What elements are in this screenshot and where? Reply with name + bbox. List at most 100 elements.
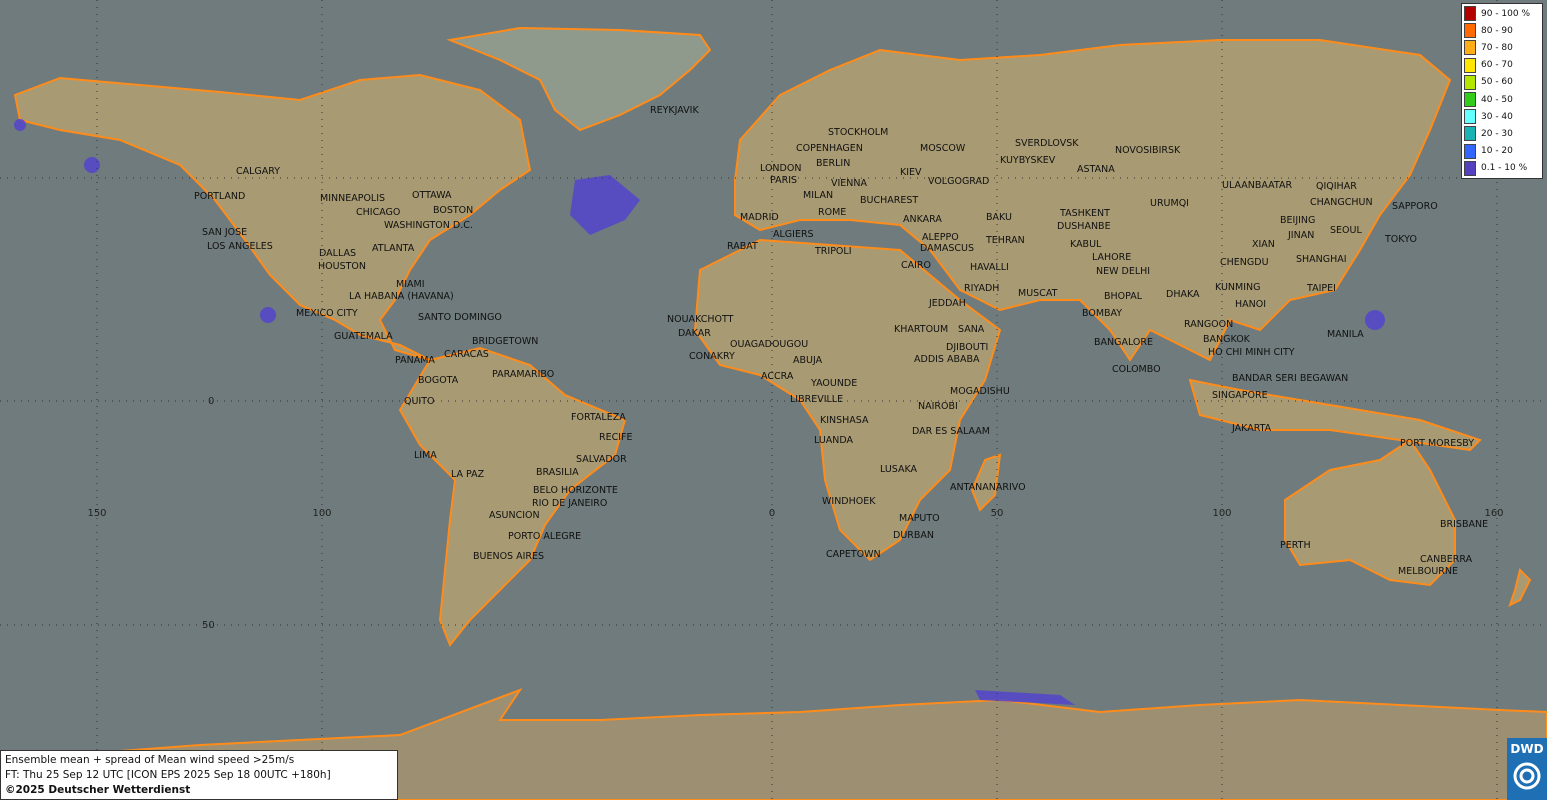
city-label: NOUAKCHOTT	[667, 314, 734, 325]
city-label: BELO HORIZONTE	[533, 485, 618, 496]
legend-swatch	[1464, 57, 1476, 73]
city-label: URUMQI	[1150, 198, 1189, 209]
city-label: PORT MORESBY	[1400, 438, 1474, 449]
city-label: ALGIERS	[773, 229, 814, 240]
city-label: TEHRAN	[985, 235, 1025, 246]
spiral-icon	[1513, 762, 1541, 790]
city-label: SANTO DOMINGO	[418, 312, 502, 323]
legend-item: 90 - 100 %	[1464, 5, 1540, 22]
city-label: KABUL	[1070, 239, 1102, 250]
legend-label: 30 - 40	[1481, 111, 1513, 122]
city-label: STOCKHOLM	[828, 127, 888, 138]
city-label: RABAT	[727, 241, 758, 252]
city-label: WINDHOEK	[822, 496, 876, 507]
city-label: CANBERRA	[1420, 554, 1473, 565]
city-label: BAKU	[986, 212, 1012, 223]
legend-item: 0.1 - 10 %	[1464, 160, 1540, 177]
city-label: DAMASCUS	[920, 243, 974, 254]
legend-item: 60 - 70	[1464, 57, 1540, 74]
city-label: MELBOURNE	[1398, 566, 1458, 577]
city-label: RIYADH	[964, 283, 999, 294]
west-pacific-wind-area	[1365, 310, 1385, 330]
city-label: PORTO ALEGRE	[508, 531, 581, 542]
city-label: PORTLAND	[194, 191, 245, 202]
city-label: JINAN	[1287, 230, 1314, 241]
legend-label: 0.1 - 10 %	[1481, 163, 1528, 174]
info-forecast-time: FT: Thu 25 Sep 12 UTC [ICON EPS 2025 Sep…	[5, 769, 331, 781]
city-label: ASTANA	[1077, 164, 1115, 175]
city-label: RANGOON	[1184, 319, 1233, 330]
city-label: KUNMING	[1215, 282, 1261, 293]
city-label: LIBREVILLE	[790, 394, 843, 405]
city-label: SANA	[958, 324, 985, 335]
legend-item: 20 - 30	[1464, 125, 1540, 142]
legend-item: 30 - 40	[1464, 108, 1540, 125]
city-label: WASHINGTON D.C.	[384, 220, 473, 231]
city-label: SAN JOSE	[202, 227, 247, 238]
city-label: TAIPEI	[1306, 283, 1336, 294]
city-label: DURBAN	[893, 530, 934, 541]
city-label: YAOUNDE	[810, 378, 857, 389]
legend-label: 90 - 100 %	[1481, 8, 1531, 19]
city-label: ATLANTA	[372, 243, 415, 254]
city-label: CARACAS	[444, 349, 489, 360]
city-label: HAVALLI	[970, 262, 1009, 273]
info-title: Ensemble mean + spread of Mean wind spee…	[5, 754, 295, 766]
city-label: BUCHAREST	[860, 195, 918, 206]
city-label: HOUSTON	[318, 261, 366, 272]
legend-item: 10 - 20	[1464, 143, 1540, 160]
city-label: COLOMBO	[1112, 364, 1161, 375]
legend-label: 10 - 20	[1481, 146, 1513, 157]
legend-swatch	[1464, 6, 1476, 22]
city-label: MINNEAPOLIS	[320, 193, 385, 204]
city-label: LAHORE	[1092, 252, 1131, 263]
legend-label: 50 - 60	[1481, 77, 1513, 88]
city-label: PERTH	[1280, 540, 1311, 551]
city-label: ANTANANARIVO	[950, 482, 1026, 493]
city-label: LUANDA	[814, 435, 854, 446]
city-label: SAPPORO	[1392, 201, 1438, 212]
city-label: PANAMA	[395, 355, 435, 366]
city-label: SVERDLOVSK	[1015, 138, 1079, 149]
dwd-logo-text: DWD	[1510, 742, 1544, 756]
city-label: BHOPAL	[1104, 291, 1143, 302]
lon-label: 100	[1212, 508, 1231, 519]
city-label: LONDON	[760, 163, 801, 174]
city-label: NAIROBI	[918, 401, 958, 412]
city-label: HO CHI MINH CITY	[1208, 347, 1295, 358]
legend-label: 60 - 70	[1481, 60, 1513, 71]
lat-label: 50	[202, 620, 215, 631]
city-label: SINGAPORE	[1212, 390, 1268, 401]
lon-label: 100	[312, 508, 331, 519]
city-label: NEW DELHI	[1096, 266, 1150, 277]
pacific-wind-area	[84, 157, 100, 173]
city-label: LUSAKA	[880, 464, 918, 475]
city-label: BRIDGETOWN	[472, 336, 538, 347]
city-label: RIO DE JANEIRO	[532, 498, 607, 509]
city-label: ROME	[818, 207, 846, 218]
city-label: XIAN	[1252, 239, 1275, 250]
legend-swatch	[1464, 109, 1476, 125]
city-label: KINSHASA	[820, 415, 869, 426]
city-label: BUENOS AIRES	[473, 551, 544, 562]
city-label: PARIS	[770, 175, 797, 186]
city-label: DJIBOUTI	[946, 342, 988, 353]
city-label: MADRID	[740, 212, 779, 223]
city-label: BRISBANE	[1440, 519, 1488, 530]
city-label: NOVOSIBIRSK	[1115, 145, 1181, 156]
city-label: PARAMARIBO	[492, 369, 554, 380]
legend-label: 40 - 50	[1481, 94, 1513, 105]
city-label: FORTALEZA	[571, 412, 626, 423]
city-label: REYKJAVIK	[650, 105, 699, 116]
legend-swatch	[1464, 92, 1476, 108]
city-label: MOSCOW	[920, 143, 966, 154]
city-label: KUYBYSKEV	[1000, 155, 1056, 166]
city-label: RECIFE	[599, 432, 633, 443]
city-label: OTTAWA	[412, 190, 452, 201]
city-label: CALGARY	[236, 166, 280, 177]
city-label: OUAGADOUGOU	[730, 339, 808, 350]
city-label: MEXICO CITY	[296, 308, 358, 319]
mexico-wind-area	[260, 307, 276, 323]
city-label: TOKYO	[1384, 234, 1417, 245]
legend-swatch	[1464, 74, 1476, 90]
